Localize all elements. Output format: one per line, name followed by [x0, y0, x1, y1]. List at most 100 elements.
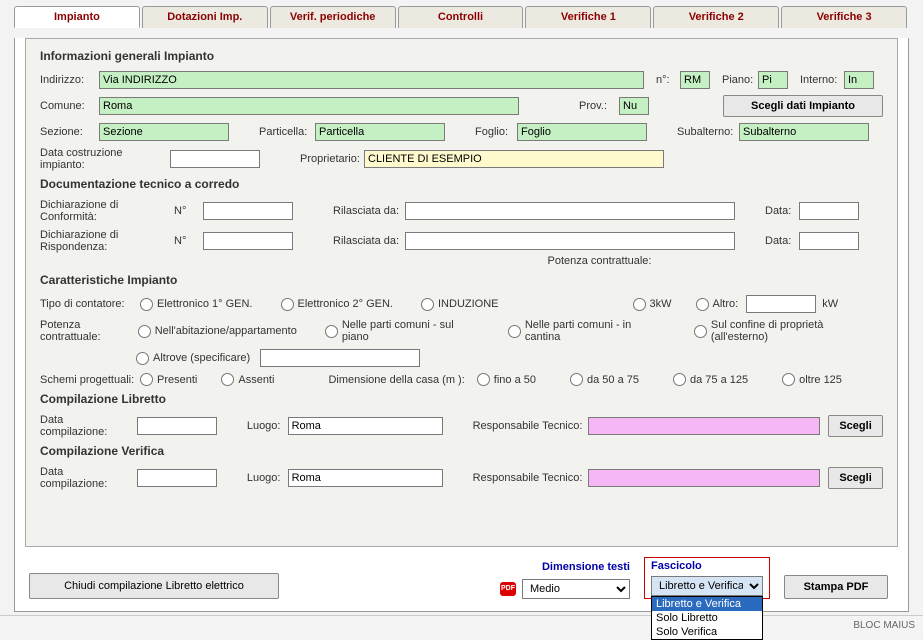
radio-fino50[interactable]: fino a 50 [477, 373, 536, 386]
input-risp-n[interactable] [203, 232, 293, 250]
lbl-schemi: Schemi progettuali: [40, 374, 136, 386]
input-interno[interactable] [844, 71, 874, 89]
input-lib-resp[interactable] [588, 417, 820, 435]
btn-stampa-pdf[interactable]: Stampa PDF [784, 575, 888, 599]
section-cver: Compilazione Verifica [40, 444, 883, 458]
section-info: Informazioni generali Impianto [40, 49, 883, 63]
lbl-proprietario: Proprietario: [300, 153, 360, 165]
input-data-costruzione[interactable] [170, 150, 260, 168]
lbl-conf-data: Data: [765, 205, 795, 217]
input-proprietario[interactable] [364, 150, 664, 168]
lbl-potenza-contr: Potenza contrattuale: [40, 319, 134, 343]
input-lib-luogo[interactable] [288, 417, 443, 435]
input-foglio[interactable] [517, 123, 647, 141]
tab-verifiche2[interactable]: Verifiche 2 [653, 6, 779, 28]
radio-50-75[interactable]: da 50 a 75 [570, 373, 639, 386]
section-doc: Documentazione tecnico a corredo [40, 177, 883, 191]
radio-elett2[interactable]: Elettronico 2° GEN. [281, 298, 394, 311]
input-piano[interactable] [758, 71, 788, 89]
lbl-conf-n: N° [174, 205, 199, 217]
lbl-ver-resp: Responsabile Tecnico: [473, 472, 584, 484]
lbl-conf-ril: Rilasciata da: [333, 205, 401, 217]
tab-verif-periodiche[interactable]: Verif. periodiche [270, 6, 396, 28]
btn-chiudi[interactable]: Chiudi compilazione Libretto elettrico [29, 573, 279, 599]
section-car: Caratteristiche Impianto [40, 273, 883, 287]
input-ver-data[interactable] [137, 469, 217, 487]
tabs-bar: Impianto Dotazioni Imp. Verif. periodich… [14, 6, 909, 28]
lbl-subalterno: Subalterno: [677, 126, 735, 138]
tab-verifiche3[interactable]: Verifiche 3 [781, 6, 907, 28]
radio-altro[interactable]: Altro: [696, 298, 739, 311]
opt-solo-verifica[interactable]: Solo Verifica [652, 625, 762, 639]
lbl-piano: Piano: [722, 74, 754, 86]
radio-parti-piano[interactable]: Nelle parti comuni - sul piano [325, 319, 480, 343]
input-particella[interactable] [315, 123, 445, 141]
radio-75-125[interactable]: da 75 a 125 [673, 373, 748, 386]
lbl-comune: Comune: [40, 100, 95, 112]
radio-confine[interactable]: Sul confine di proprietà (all'esterno) [694, 319, 879, 343]
lbl-risp-data: Data: [765, 235, 795, 247]
radio-parti-cantina[interactable]: Nelle parti comuni - in cantina [508, 319, 666, 343]
radio-3kw[interactable]: 3kW [633, 298, 672, 311]
radio-induzione[interactable]: INDUZIONE [421, 298, 499, 311]
lbl-particella: Particella: [259, 126, 311, 138]
input-ver-luogo[interactable] [288, 469, 443, 487]
input-risp-ril[interactable] [405, 232, 735, 250]
input-lib-data[interactable] [137, 417, 217, 435]
input-subalterno[interactable] [739, 123, 869, 141]
select-dim-testi[interactable]: Medio [522, 579, 630, 599]
tab-verifiche1[interactable]: Verifiche 1 [525, 6, 651, 28]
radio-altrove[interactable]: Altrove (specificare) [136, 352, 250, 365]
lbl-n: n°: [656, 74, 676, 86]
radio-elett1[interactable]: Elettronico 1° GEN. [140, 298, 253, 311]
lbl-tipo-contatore: Tipo di contatore: [40, 298, 136, 310]
lbl-risp-n: N° [174, 235, 199, 247]
input-altrove[interactable] [260, 349, 420, 367]
btn-ver-scegli[interactable]: Scegli [828, 467, 883, 489]
opt-solo-libretto[interactable]: Solo Libretto [652, 611, 762, 625]
lbl-foglio: Foglio: [475, 126, 513, 138]
input-risp-data[interactable] [799, 232, 859, 250]
tab-dotazioni[interactable]: Dotazioni Imp. [142, 6, 268, 28]
input-comune[interactable] [99, 97, 519, 115]
radio-oltre125[interactable]: oltre 125 [782, 373, 842, 386]
input-sezione[interactable] [99, 123, 229, 141]
lbl-ver-luogo: Luogo: [247, 472, 284, 484]
main-panel: Informazioni generali Impianto Indirizzo… [14, 38, 909, 612]
lbl-lib-resp: Responsabile Tecnico: [473, 420, 584, 432]
radio-abitazione[interactable]: Nell'abitazione/appartamento [138, 325, 297, 338]
input-conf-n[interactable] [203, 202, 293, 220]
lbl-ver-data: Data compilazione: [40, 466, 133, 490]
tab-impianto[interactable]: Impianto [14, 6, 140, 28]
input-prov[interactable] [619, 97, 649, 115]
input-ver-resp[interactable] [588, 469, 820, 487]
select-fascicolo[interactable]: Libretto e Verifica [651, 576, 763, 596]
lbl-dich-risp: Dichiarazione di Rispondenza: [40, 229, 170, 253]
lbl-indirizzo: Indirizzo: [40, 74, 95, 86]
opt-libretto-verifica[interactable]: Libretto e Verifica [652, 597, 762, 611]
input-conf-data[interactable] [799, 202, 859, 220]
lbl-potenza-note: Potenza contrattuale: [548, 255, 652, 267]
input-conf-ril[interactable] [405, 202, 735, 220]
pdf-icon: PDF [500, 582, 516, 596]
radio-presenti[interactable]: Presenti [140, 373, 197, 386]
lbl-kw: kW [822, 298, 838, 310]
lbl-risp-ril: Rilasciata da: [333, 235, 401, 247]
tab-controlli[interactable]: Controlli [398, 6, 524, 28]
status-blocmaius: BLOC MAIUS [853, 620, 915, 631]
lbl-lib-data: Data compilazione: [40, 414, 133, 438]
lbl-fascicolo: Fascicolo [651, 560, 763, 576]
input-n[interactable] [680, 71, 710, 89]
radio-assenti[interactable]: Assenti [221, 373, 274, 386]
inner-form: Informazioni generali Impianto Indirizzo… [25, 38, 898, 547]
input-indirizzo[interactable] [99, 71, 644, 89]
btn-lib-scegli[interactable]: Scegli [828, 415, 883, 437]
lbl-interno: Interno: [800, 74, 840, 86]
lbl-lib-luogo: Luogo: [247, 420, 284, 432]
section-clib: Compilazione Libretto [40, 392, 883, 406]
lbl-sezione: Sezione: [40, 126, 95, 138]
lbl-data-costruzione: Data costruzione impianto: [40, 147, 166, 171]
btn-scegli-impianto[interactable]: Scegli dati Impianto [723, 95, 883, 117]
dropdown-fascicolo: Libretto e Verifica Solo Libretto Solo V… [651, 596, 763, 640]
input-altro-kw[interactable] [746, 295, 816, 313]
